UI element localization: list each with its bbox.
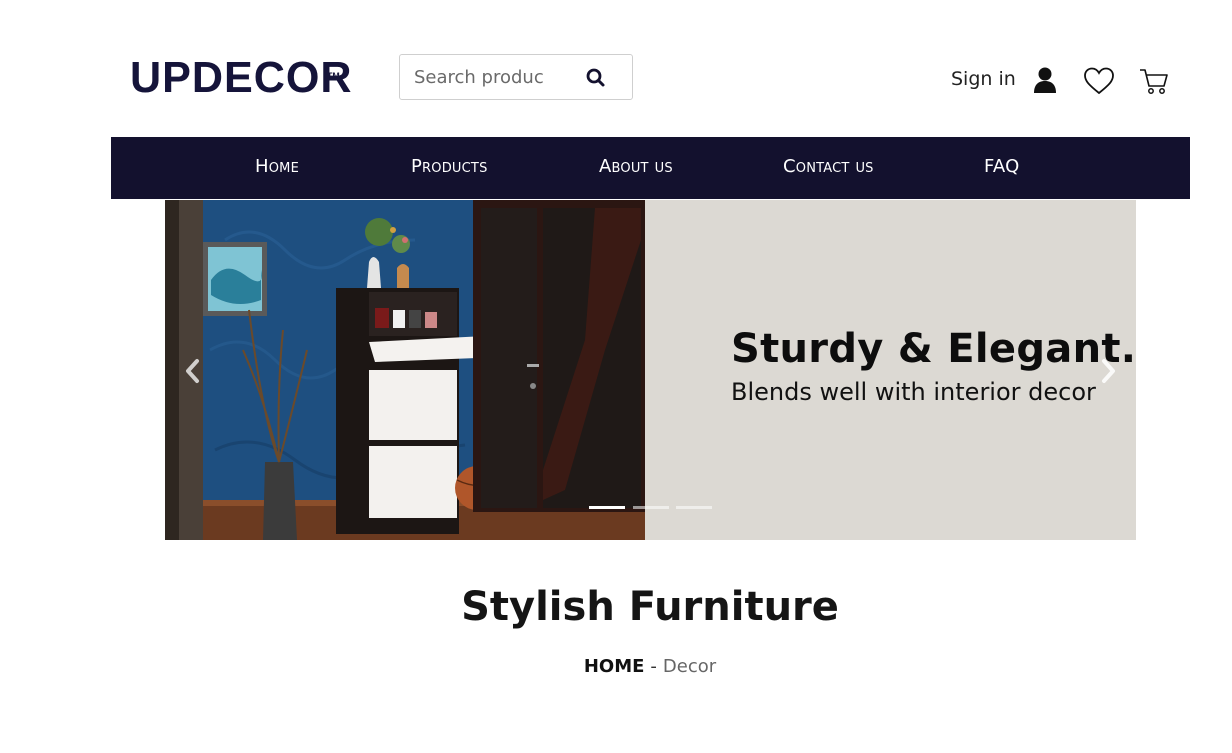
breadcrumb: HOME - Decor (0, 656, 1232, 677)
nav-item-faq[interactable]: FAQ (984, 156, 1019, 177)
cart-button[interactable] (1139, 66, 1169, 96)
carousel-prev-button[interactable] (180, 355, 204, 387)
chevron-left-icon (186, 359, 199, 383)
signin-link[interactable]: Sign in (951, 68, 1016, 90)
carousel-next-button[interactable] (1097, 355, 1121, 387)
site-header: UPDECOR TM Sign in (0, 0, 1232, 137)
carousel-indicator-3[interactable] (676, 506, 712, 509)
logo-text: UPDECOR (130, 53, 353, 102)
nav-item-contact-us[interactable]: Contact us (783, 156, 874, 177)
nav-item-home[interactable]: Home (255, 156, 299, 177)
nav-item-products[interactable]: Products (411, 156, 488, 177)
cart-icon (1140, 69, 1168, 94)
search-input[interactable] (414, 55, 554, 99)
nav-item-about-us[interactable]: About us (599, 156, 673, 177)
brand-logo[interactable]: UPDECOR TM (130, 54, 352, 102)
account-button[interactable] (1032, 66, 1058, 94)
hero-headline: Sturdy & Elegant. (731, 326, 1136, 372)
hero-carousel: Sturdy & Elegant. Blends well with inter… (165, 200, 1136, 540)
hero-subline: Blends well with interior decor (731, 378, 1096, 406)
heart-icon (1084, 67, 1114, 95)
carousel-indicator-2[interactable] (633, 506, 669, 509)
carousel-indicator-1[interactable] (589, 506, 625, 509)
chevron-right-icon (1102, 359, 1115, 383)
trademark-mark: TM (326, 71, 340, 81)
breadcrumb-separator: - (650, 656, 657, 677)
user-icon (1034, 67, 1056, 93)
page-title: Stylish Furniture (461, 584, 839, 630)
main-nav: Home Products About us Contact us FAQ (111, 137, 1190, 199)
breadcrumb-home-link[interactable]: HOME (584, 656, 645, 677)
search-button[interactable] (584, 66, 608, 90)
search-icon (586, 68, 605, 87)
wishlist-button[interactable] (1083, 66, 1115, 96)
breadcrumb-current: Decor (662, 656, 717, 677)
search-box (399, 54, 633, 100)
